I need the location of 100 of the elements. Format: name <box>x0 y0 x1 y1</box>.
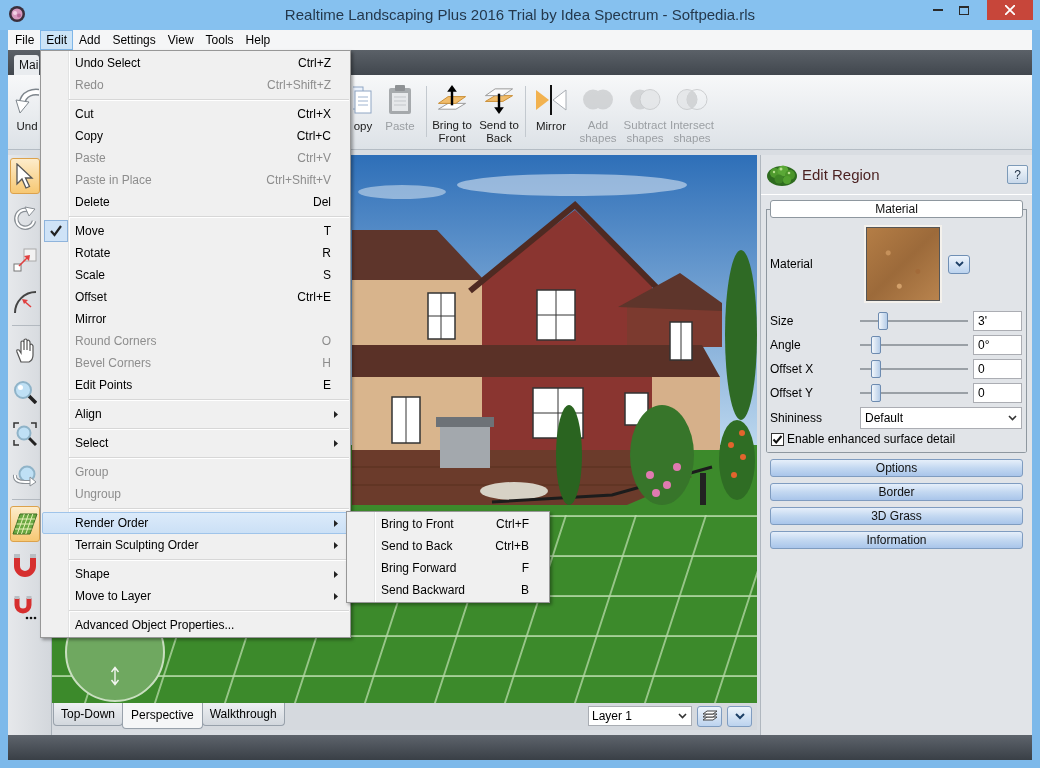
texture-swatch[interactable] <box>864 225 942 303</box>
maximize-icon <box>959 5 969 15</box>
menu-item[interactable]: Move T <box>42 220 349 242</box>
shortcut-text: S <box>323 268 331 282</box>
ribbon-tab[interactable]: Mai <box>14 55 40 75</box>
shortcut-text: E <box>323 378 331 392</box>
field-label: Offset X <box>770 362 815 376</box>
window-title: Realtime Landscaping Plus 2016 Trial by Idea Spectrum - Softpedia.rls <box>284 5 756 25</box>
shortcut-text: Ctrl+B <box>495 539 529 553</box>
slider-thumb[interactable] <box>877 312 888 330</box>
chevron-down-icon <box>954 261 964 267</box>
menu-item[interactable]: Delete Del <box>42 191 349 213</box>
menu-item[interactable]: Send Backward B <box>348 579 548 601</box>
value-field[interactable]: 0° <box>973 335 1022 355</box>
value-field[interactable]: 0 <box>973 383 1022 403</box>
dropdown-button[interactable] <box>948 254 970 274</box>
section-button[interactable]: Information <box>770 531 1023 549</box>
mirror-triangles-icon <box>535 84 567 116</box>
shininess-dropdown[interactable]: Default <box>860 407 1022 429</box>
rotate-arrow-icon <box>13 206 37 230</box>
menu-item[interactable]: Bring to Front Ctrl+F <box>348 513 548 535</box>
cursor-arrow-icon <box>14 163 36 189</box>
menu-item[interactable]: Move to Layer <box>42 585 349 607</box>
shortcut-text: Ctrl+E <box>297 290 331 304</box>
shortcut-text: H <box>322 356 331 370</box>
menu-item[interactable]: Bring Forward F <box>348 557 548 579</box>
check-icon <box>43 220 68 242</box>
shortcut-text: F <box>521 561 529 575</box>
menu-item[interactable]: Undo Select Ctrl+Z <box>42 52 349 74</box>
submenu-arrow-icon <box>334 571 338 578</box>
chevron-down-icon <box>678 713 687 719</box>
slider-thumb[interactable] <box>870 384 881 402</box>
toolbar-button[interactable]: Mirror <box>528 84 574 145</box>
checkbox[interactable] <box>771 432 784 446</box>
up-down-arrow-icon <box>110 666 120 686</box>
submenu-arrow-icon <box>334 593 338 600</box>
app-icon[interactable] <box>9 6 25 22</box>
submenu-arrow-icon <box>334 520 338 527</box>
menu-bar-item[interactable]: Help <box>239 30 277 50</box>
layer-dropdown[interactable]: Layer 1 <box>588 706 692 726</box>
view-tab[interactable]: Top-Down <box>53 703 124 726</box>
toolbar-button[interactable]: Send to Back <box>476 84 522 145</box>
menu-bar-item[interactable]: File <box>9 30 41 50</box>
menu-item[interactable]: Cut Ctrl+X <box>42 103 349 125</box>
chevron-down-icon <box>734 713 745 720</box>
layers-icon <box>701 709 718 724</box>
minimize-icon <box>933 9 943 11</box>
menu-item[interactable]: Terrain Sculpting Order <box>42 534 349 556</box>
hand-icon <box>14 337 36 363</box>
close-button[interactable] <box>987 0 1033 20</box>
slider-thumb[interactable] <box>870 336 881 354</box>
submenu-arrow-icon <box>334 440 338 447</box>
close-icon <box>1005 5 1015 15</box>
toolbar-button[interactable]: Und <box>14 84 40 145</box>
magnifier-icon <box>13 380 37 404</box>
expand-button[interactable] <box>727 706 752 727</box>
tool-button[interactable] <box>10 158 40 194</box>
toolbar-button[interactable]: Bring to Front <box>429 84 475 145</box>
menu-item[interactable]: Render Order <box>42 512 349 534</box>
menu-item[interactable]: Edit Points E <box>42 374 349 396</box>
field-label: Material <box>770 257 814 271</box>
menu-item[interactable]: Send to Back Ctrl+B <box>348 535 548 557</box>
shortcut-text: Ctrl+Shift+Z <box>266 78 331 92</box>
submenu-arrow-icon <box>334 411 338 418</box>
section-header[interactable]: Material <box>770 200 1023 218</box>
shortcut-text: Ctrl+C <box>296 129 331 143</box>
layers-button[interactable] <box>697 706 722 727</box>
submenu-arrow-icon <box>334 542 338 549</box>
value-field[interactable]: 3' <box>973 311 1022 331</box>
menu-bar-item[interactable]: Tools <box>199 30 240 50</box>
menu-item[interactable]: Align <box>42 403 349 425</box>
shortcut-text: Ctrl+Z <box>298 56 331 70</box>
checkbox-label: Enable enhanced surface detail <box>787 432 956 446</box>
shortcut-text: R <box>322 246 331 260</box>
menu-bar-item[interactable]: View <box>161 30 200 50</box>
menu-item[interactable]: Scale S <box>42 264 349 286</box>
field-label: Offset Y <box>770 386 814 400</box>
panel-title: Edit Region <box>802 166 880 183</box>
magnet-icon <box>13 554 37 578</box>
slider-thumb[interactable] <box>870 360 881 378</box>
menu-item[interactable]: Shape <box>42 563 349 585</box>
menu-item[interactable]: Select <box>42 432 349 454</box>
menu-item[interactable]: Advanced Object Properties... <box>42 614 349 636</box>
chevron-down-icon <box>1008 415 1017 421</box>
shortcut-text: Ctrl+Shift+V <box>266 173 331 187</box>
menu-item[interactable]: Rotate R <box>42 242 349 264</box>
view-tab[interactable]: Perspective <box>122 703 203 729</box>
menu-bar-item[interactable]: Add <box>73 30 107 50</box>
menu-item[interactable]: Copy Ctrl+C <box>42 125 349 147</box>
menu-bar-item[interactable]: Edit <box>40 30 74 50</box>
help-button[interactable]: ? <box>1007 165 1028 184</box>
section-button[interactable]: Options <box>770 459 1023 477</box>
shortcut-text: O <box>321 334 331 348</box>
menu-bar-item[interactable]: Settings <box>106 30 162 50</box>
section-button[interactable]: Border <box>770 483 1023 501</box>
value-field[interactable]: 0 <box>973 359 1022 379</box>
view-tab[interactable]: Walkthrough <box>201 703 285 726</box>
menu-item[interactable]: Mirror <box>42 308 349 330</box>
menu-item[interactable]: Offset Ctrl+E <box>42 286 349 308</box>
section-button[interactable]: 3D Grass <box>770 507 1023 525</box>
